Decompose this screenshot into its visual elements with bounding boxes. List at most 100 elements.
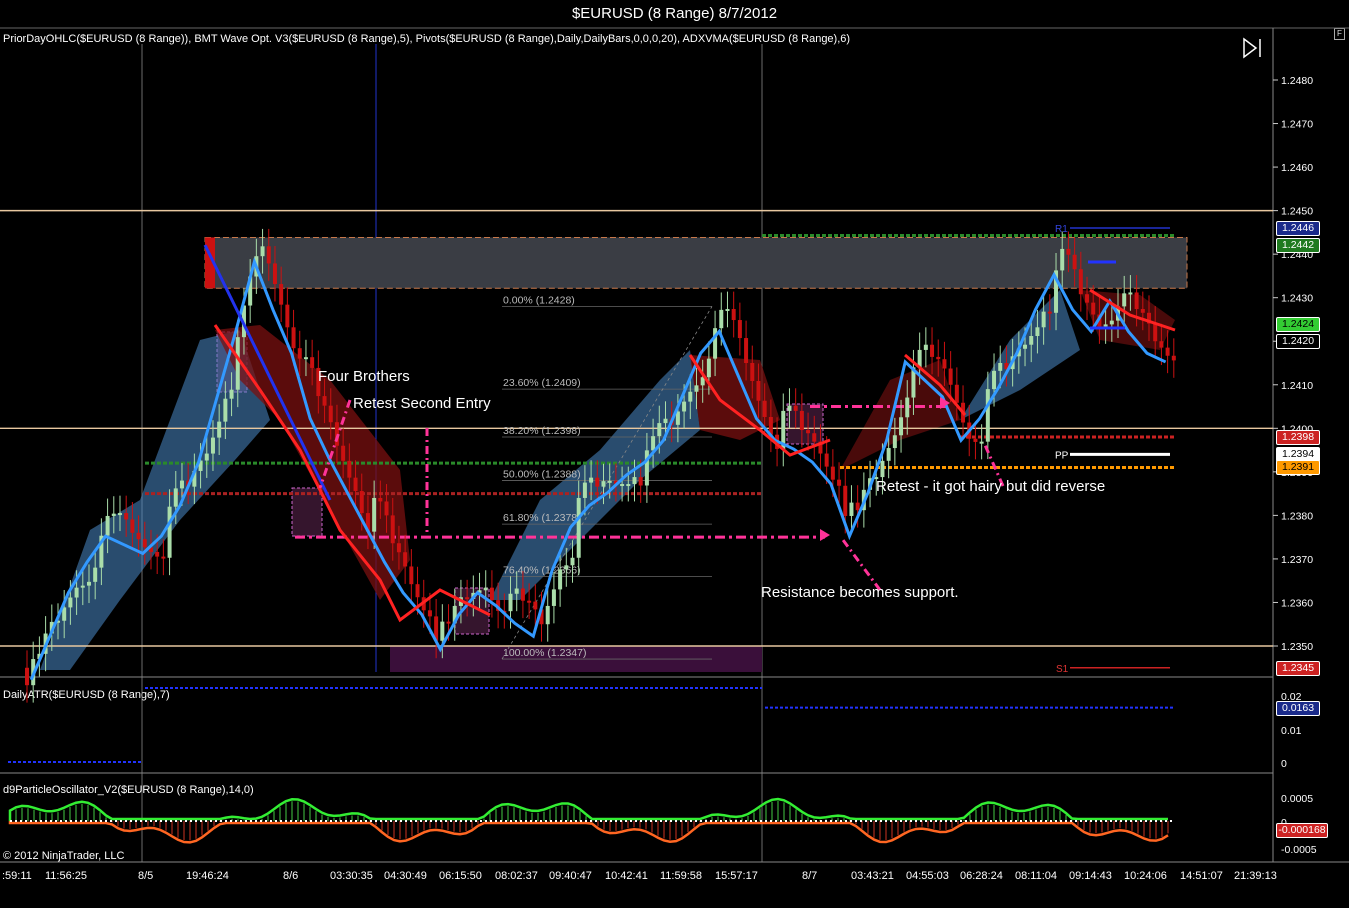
candle: [303, 357, 308, 360]
candle: [130, 519, 135, 533]
annotation-four-brothers: Four Brothers: [318, 368, 410, 385]
candle: [682, 401, 687, 412]
price-marker: 1.2398: [1276, 430, 1320, 445]
candle: [756, 380, 761, 401]
candle: [899, 417, 904, 436]
price-tick-label: 1.2410: [1281, 380, 1313, 392]
fib-label: 76.40% (1.2366): [503, 564, 581, 576]
candle: [992, 370, 997, 390]
time-tick-label: 10:42:41: [605, 870, 648, 882]
candle: [998, 363, 1003, 371]
candle: [719, 309, 724, 329]
chart-canvas[interactable]: R1 PP S1 0.00% (1.2428) 23.60% (1.2409) 38.2…: [0, 0, 1349, 908]
candle: [1091, 302, 1096, 315]
candle: [396, 543, 401, 553]
candle: [520, 588, 525, 601]
pivot-r1-label: R1: [1055, 224, 1068, 235]
candle: [545, 605, 550, 625]
candle: [136, 532, 141, 540]
candle: [111, 513, 116, 516]
candle: [1128, 292, 1133, 295]
candle: [508, 593, 513, 612]
candle: [855, 502, 860, 511]
candle: [465, 597, 470, 600]
price-marker: 1.2446: [1276, 221, 1320, 237]
fib-label: 38.20% (1.2398): [503, 425, 581, 437]
time-tick-label: 8/7: [802, 870, 817, 882]
time-tick-label: 21:39:13: [1234, 870, 1277, 882]
time-tick-label: 03:43:21: [851, 870, 894, 882]
candle: [1171, 355, 1176, 361]
candle: [762, 400, 767, 417]
candle: [229, 389, 234, 399]
fib-label: 23.60% (1.2409): [503, 377, 581, 389]
candle: [880, 460, 885, 478]
fib-label: 50.00% (1.2388): [503, 469, 581, 481]
candle: [620, 484, 625, 487]
candle: [514, 588, 519, 594]
time-tick-label: 14:51:07: [1180, 870, 1223, 882]
time-tick-label: 8/5: [138, 870, 153, 882]
resistance-zone: [204, 236, 1188, 289]
candle: [105, 515, 110, 536]
candle: [892, 435, 897, 449]
candle: [1060, 248, 1065, 271]
time-tick-label: 19:46:24: [186, 870, 229, 882]
highlight-box: [786, 403, 824, 445]
play-to-end-icon[interactable]: [1243, 37, 1261, 59]
candle: [582, 482, 587, 498]
candle: [688, 391, 693, 402]
candle: [68, 597, 73, 608]
candle: [1023, 344, 1028, 349]
candle: [1122, 293, 1127, 307]
candle: [942, 359, 947, 369]
candle: [576, 497, 581, 558]
atr-value-marker: 0.0163: [1276, 701, 1320, 716]
candle: [322, 396, 327, 406]
candle: [403, 552, 408, 567]
candle: [204, 453, 209, 461]
candle: [297, 348, 302, 359]
candle: [86, 581, 91, 586]
time-tick-label: 04:55:03: [906, 870, 949, 882]
candle: [260, 246, 265, 257]
candle: [830, 466, 835, 480]
candle: [25, 667, 29, 686]
annotation-retest-hairy: Retest - it got hairy but did reverse: [876, 478, 1106, 495]
candle: [155, 551, 160, 557]
candle: [632, 477, 637, 485]
candle: [235, 337, 240, 390]
candle: [359, 491, 364, 514]
candle: [589, 477, 594, 483]
candle: [843, 485, 848, 516]
candle: [644, 450, 649, 486]
candle: [328, 405, 333, 423]
candle: [93, 567, 98, 582]
time-tick-label: 06:28:24: [960, 870, 1003, 882]
candle: [638, 477, 643, 486]
time-tick-label: 09:40:47: [549, 870, 592, 882]
candle: [923, 344, 928, 350]
candle: [390, 515, 395, 544]
candle: [415, 584, 420, 598]
time-tick-label: 8/6: [283, 870, 298, 882]
time-tick-label: :59:11: [2, 870, 32, 882]
candle: [706, 358, 711, 378]
candle: [1103, 324, 1108, 327]
candle: [1165, 347, 1170, 356]
wave-band-down: [840, 360, 960, 470]
candle: [446, 621, 451, 624]
candle: [1153, 323, 1158, 342]
candle: [1134, 292, 1139, 310]
price-tick-label: 1.2480: [1281, 75, 1313, 87]
candle: [750, 363, 755, 381]
candle: [663, 418, 668, 424]
candle: [1078, 269, 1083, 295]
price-tick-label: 1.2430: [1281, 293, 1313, 305]
price-marker: 1.2345: [1276, 660, 1320, 676]
time-tick-label: 11:56:25: [45, 870, 87, 882]
candle: [272, 263, 277, 285]
candle: [979, 441, 984, 444]
candle: [731, 309, 736, 321]
time-tick-label: 04:30:49: [384, 870, 427, 882]
